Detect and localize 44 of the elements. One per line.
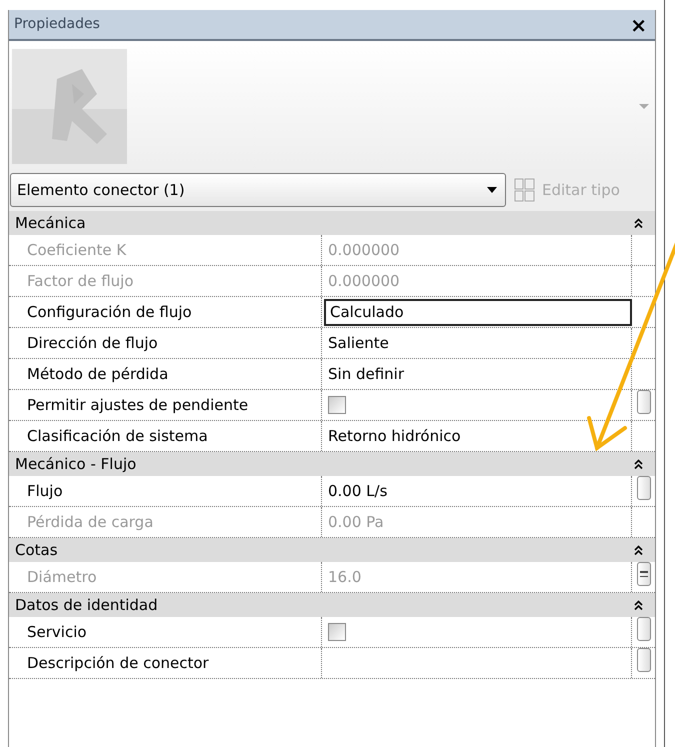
collapse-icon[interactable]	[634, 544, 643, 556]
property-value: 0.000000	[322, 266, 632, 296]
property-label: Flujo	[9, 476, 322, 506]
group-header[interactable]: Cotas	[9, 538, 655, 562]
type-selector[interactable]: Elemento conector (1)	[10, 173, 506, 207]
edit-type-icon	[514, 178, 536, 202]
group-header[interactable]: Datos de identidad	[9, 593, 655, 617]
collapse-icon[interactable]	[634, 218, 643, 228]
property-label: Clasificación de sistema	[9, 421, 322, 451]
checkbox[interactable]	[328, 396, 346, 414]
property-label: Pérdida de carga	[9, 507, 322, 537]
parameter-button[interactable]	[636, 648, 650, 672]
property-label: Permitir ajustes de pendiente	[9, 390, 322, 420]
group-title: Mecánica	[15, 212, 86, 234]
group-header[interactable]: Mecánica	[9, 211, 655, 235]
parameter-button[interactable]	[636, 390, 650, 414]
property-value[interactable]: 0.00 L/s	[322, 476, 632, 506]
collapse-icon[interactable]	[634, 600, 643, 610]
property-label: Servicio	[9, 617, 322, 647]
property-value[interactable]: Saliente	[322, 328, 632, 358]
dropdown-arrow-icon[interactable]	[639, 104, 649, 108]
property-label: Coeficiente K	[9, 235, 322, 265]
property-value: 0.00 Pa	[322, 507, 632, 537]
property-label: Diámetro	[9, 562, 322, 592]
parameter-button[interactable]	[636, 476, 650, 500]
group-title: Mecánico - Flujo	[15, 454, 136, 475]
property-value: 0.000000	[322, 235, 632, 265]
group-title: Cotas	[15, 540, 58, 561]
property-value[interactable]: Calculado	[324, 299, 632, 326]
group-title: Datos de identidad	[15, 594, 158, 616]
close-button[interactable]: ×	[630, 14, 647, 34]
collapse-icon[interactable]	[634, 458, 643, 470]
checkbox[interactable]	[328, 623, 346, 641]
property-value[interactable]: Retorno hidrónico	[322, 421, 632, 451]
property-value: 16.0	[322, 562, 632, 592]
property-label: Método de pérdida	[9, 359, 322, 389]
property-value[interactable]: Sin definir	[322, 359, 632, 389]
property-label: Descripción de conector	[9, 648, 322, 678]
property-label: Factor de flujo	[9, 266, 322, 296]
property-label: Configuración de flujo	[9, 297, 322, 327]
property-label: Dirección de flujo	[9, 328, 322, 358]
panel-title: Propiedades	[14, 15, 100, 34]
parameter-button[interactable]	[636, 617, 650, 641]
group-header[interactable]: Mecánico - Flujo	[9, 452, 655, 476]
